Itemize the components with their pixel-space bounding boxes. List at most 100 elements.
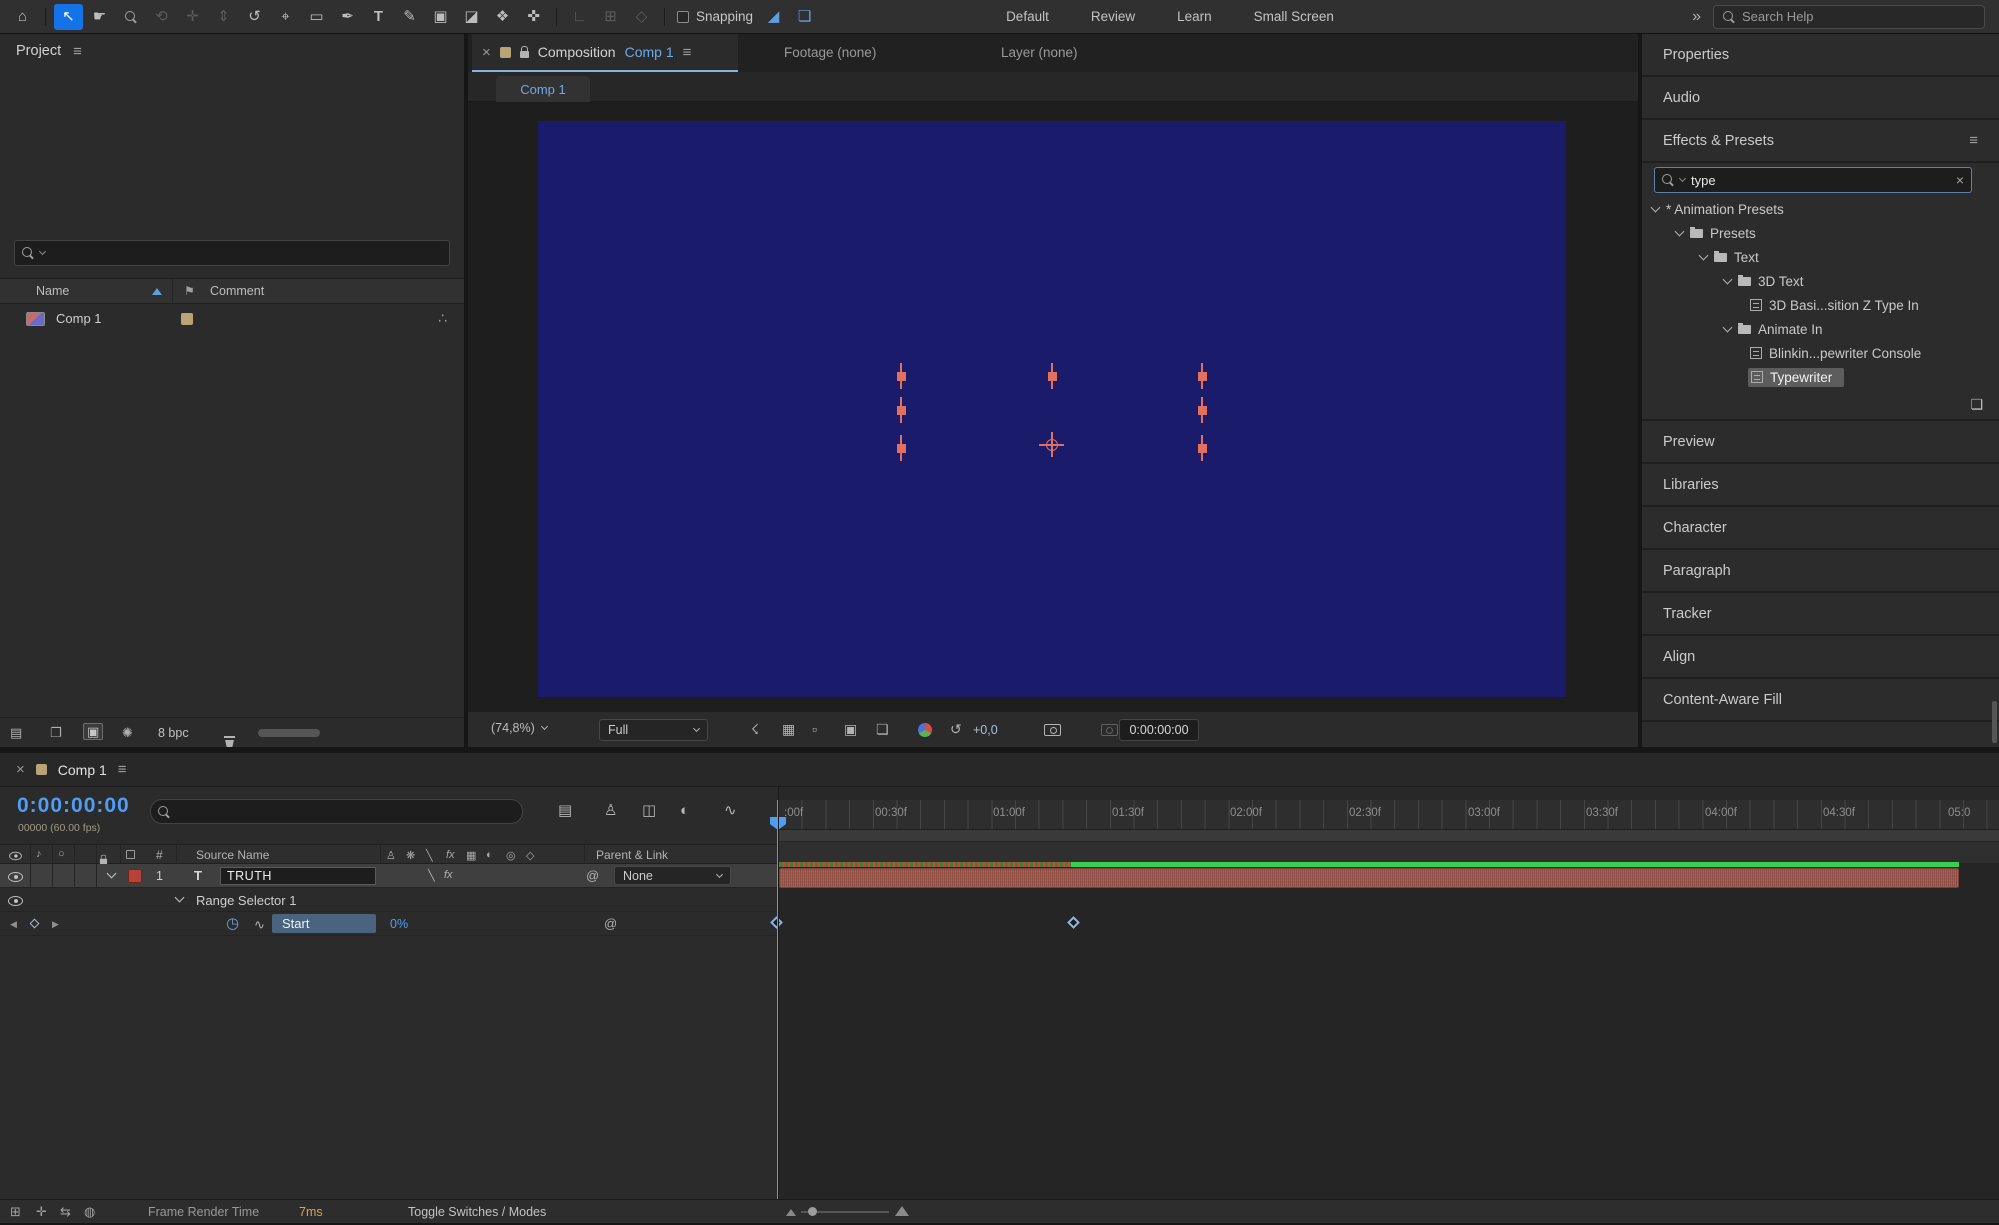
chevron-down-icon[interactable] bbox=[1722, 274, 1733, 285]
layer-name-field[interactable]: TRUTH bbox=[220, 867, 376, 885]
project-item-name[interactable]: Comp 1 bbox=[56, 311, 102, 326]
project-search-input[interactable] bbox=[51, 245, 442, 261]
pan-camera-tool[interactable]: ✛ bbox=[178, 4, 207, 30]
tree-item-animation-presets[interactable]: * Animation Presets bbox=[1642, 197, 1999, 221]
sort-ascending-icon[interactable] bbox=[152, 288, 162, 295]
exposure-value[interactable]: +0,0 bbox=[973, 723, 998, 737]
lock-icon[interactable] bbox=[519, 45, 529, 58]
expand-chevron[interactable] bbox=[174, 892, 185, 903]
layer-row[interactable]: 1 T TRUTH ╲ fx @ None bbox=[0, 864, 778, 888]
close-icon[interactable]: × bbox=[482, 44, 491, 61]
start-property-row[interactable]: ◀ ▶ ◷ ∿ Start 0% @ bbox=[0, 912, 778, 936]
panel-menu-icon[interactable]: ≡ bbox=[73, 43, 82, 60]
help-search-box[interactable] bbox=[1713, 4, 1985, 29]
tab-footage[interactable]: Footage (none) bbox=[784, 45, 876, 60]
layer-visibility-toggle[interactable] bbox=[8, 872, 23, 882]
selection-handle[interactable] bbox=[1198, 406, 1207, 415]
comp-viewer-tab[interactable]: Comp 1 bbox=[496, 76, 590, 102]
chevron-down-icon[interactable] bbox=[1722, 322, 1733, 333]
local-axis-mode[interactable]: ∟ bbox=[565, 4, 594, 30]
interpret-footage-icon[interactable]: ✺ bbox=[122, 726, 133, 739]
guides-icon[interactable]: ❏ bbox=[876, 722, 889, 736]
layer-quality-toggle[interactable]: ╲ bbox=[428, 869, 435, 882]
world-axis-mode[interactable]: ⊞ bbox=[596, 4, 625, 30]
current-timecode[interactable]: 0:00:00:00 bbox=[17, 794, 130, 818]
vertical-scrollbar[interactable] bbox=[1992, 701, 1997, 743]
view-axis-mode[interactable]: ◇ bbox=[627, 4, 656, 30]
motion-blur-icon[interactable]: ◐ bbox=[680, 803, 689, 818]
zoom-out-mountain-icon[interactable] bbox=[786, 1209, 796, 1216]
tree-item-3d-position-z-type-in[interactable]: 3D Basi...sition Z Type In bbox=[1642, 293, 1999, 317]
horizontal-scrollbar[interactable] bbox=[258, 729, 320, 737]
timeline-search-input[interactable] bbox=[176, 804, 515, 819]
swap-icon[interactable]: ⇆ bbox=[60, 1205, 71, 1218]
puppet-tool[interactable]: ✜ bbox=[519, 4, 548, 30]
selection-tool[interactable]: ↖ bbox=[54, 3, 83, 30]
effects-search-input[interactable] bbox=[1691, 172, 1950, 188]
new-preset-icon[interactable]: ❏ bbox=[1970, 397, 1983, 411]
close-icon[interactable]: × bbox=[16, 761, 25, 778]
project-search-box[interactable] bbox=[14, 240, 450, 266]
add-keyframe-icon[interactable] bbox=[29, 918, 40, 929]
timeline-tab[interactable]: × Comp 1 ≡ bbox=[0, 753, 1999, 787]
chevron-down-icon[interactable] bbox=[1650, 202, 1661, 213]
selection-handle[interactable] bbox=[897, 372, 906, 381]
new-folder-icon[interactable]: ❐ bbox=[50, 726, 62, 739]
shape-tool[interactable]: ▭ bbox=[302, 4, 331, 30]
viewer-timecode[interactable]: 0:00:00:00 bbox=[1119, 719, 1199, 741]
magnification-dropdown[interactable]: (74,8%) bbox=[491, 721, 548, 735]
tree-item-3d-text[interactable]: 3D Text bbox=[1642, 269, 1999, 293]
panel-properties[interactable]: Properties bbox=[1642, 34, 1999, 77]
rotation-tool[interactable]: ↺ bbox=[240, 4, 269, 30]
orbit-camera-tool[interactable]: ⟲ bbox=[147, 4, 176, 30]
type-tool[interactable]: T bbox=[364, 4, 393, 30]
workspace-overflow-chevron[interactable]: » bbox=[1692, 8, 1701, 26]
tree-item-animate-in[interactable]: Animate In bbox=[1642, 317, 1999, 341]
tab-layer[interactable]: Layer (none) bbox=[1001, 45, 1078, 60]
panel-audio[interactable]: Audio bbox=[1642, 77, 1999, 120]
project-panel-tab[interactable]: Project ≡ bbox=[0, 34, 464, 68]
new-composition-icon[interactable]: ▣ bbox=[83, 723, 104, 740]
work-area-bar[interactable] bbox=[778, 830, 1999, 842]
panel-menu-icon[interactable]: ≡ bbox=[1969, 132, 1978, 149]
selection-handle[interactable] bbox=[1198, 444, 1207, 453]
snapping-control[interactable]: Snapping bbox=[677, 9, 753, 24]
snap-option-1[interactable]: ◢ bbox=[759, 4, 788, 30]
parent-dropdown[interactable]: None bbox=[614, 866, 731, 885]
eraser-tool[interactable]: ◪ bbox=[457, 4, 486, 30]
panel-menu-icon[interactable]: ≡ bbox=[118, 761, 127, 778]
zoom-tool[interactable] bbox=[116, 4, 145, 30]
camera-user-icon[interactable]: ◍ bbox=[84, 1205, 95, 1218]
panel-content-aware-fill[interactable]: Content-Aware Fill bbox=[1642, 679, 1999, 722]
mini-flowchart-icon[interactable]: ▤ bbox=[558, 803, 572, 818]
resolution-dropdown[interactable]: Full bbox=[599, 719, 708, 741]
roto-brush-tool[interactable]: ❖ bbox=[488, 4, 517, 30]
layer-label-color[interactable] bbox=[128, 869, 142, 883]
zoom-in-mountain-icon[interactable] bbox=[895, 1206, 909, 1216]
mask-visibility-icon[interactable]: ▫ bbox=[812, 722, 817, 736]
expand-composition-icon[interactable]: ⊞ bbox=[10, 1205, 21, 1218]
clone-stamp-tool[interactable]: ▣ bbox=[426, 4, 455, 30]
effects-search-box[interactable]: × bbox=[1654, 167, 1972, 193]
label-color-chip[interactable] bbox=[181, 313, 193, 325]
panel-libraries[interactable]: Libraries bbox=[1642, 464, 1999, 507]
pen-tool[interactable]: ✒ bbox=[333, 4, 362, 30]
show-snapshot-icon[interactable] bbox=[1100, 724, 1118, 736]
panel-effects-presets[interactable]: Effects & Presets ≡ bbox=[1642, 120, 1999, 163]
property-pickwhip-icon[interactable]: @ bbox=[604, 916, 617, 931]
snapshot-camera-icon[interactable] bbox=[1044, 724, 1061, 736]
bit-depth-button[interactable]: 8 bpc bbox=[158, 726, 189, 740]
tree-item-presets[interactable]: Presets bbox=[1642, 221, 1999, 245]
brush-tool[interactable]: ✎ bbox=[395, 4, 424, 30]
selection-handle[interactable] bbox=[897, 406, 906, 415]
fast-previews-icon[interactable]: ☇ bbox=[751, 722, 759, 736]
workspace-small-screen[interactable]: Small Screen bbox=[1254, 9, 1334, 24]
reset-exposure-icon[interactable]: ↺ bbox=[950, 722, 962, 736]
pan-behind-tool[interactable]: ⌖ bbox=[271, 4, 300, 30]
frame-blending-icon[interactable]: ◫ bbox=[642, 803, 656, 818]
tree-item-typewriter[interactable]: Typewriter bbox=[1642, 365, 1999, 389]
project-list-row[interactable]: Comp 1 ∴ bbox=[0, 306, 464, 332]
dolly-camera-tool[interactable]: ⇕ bbox=[209, 4, 238, 30]
hand-tool[interactable]: ☛ bbox=[85, 4, 114, 30]
region-of-interest-icon[interactable]: ▣ bbox=[844, 722, 857, 736]
